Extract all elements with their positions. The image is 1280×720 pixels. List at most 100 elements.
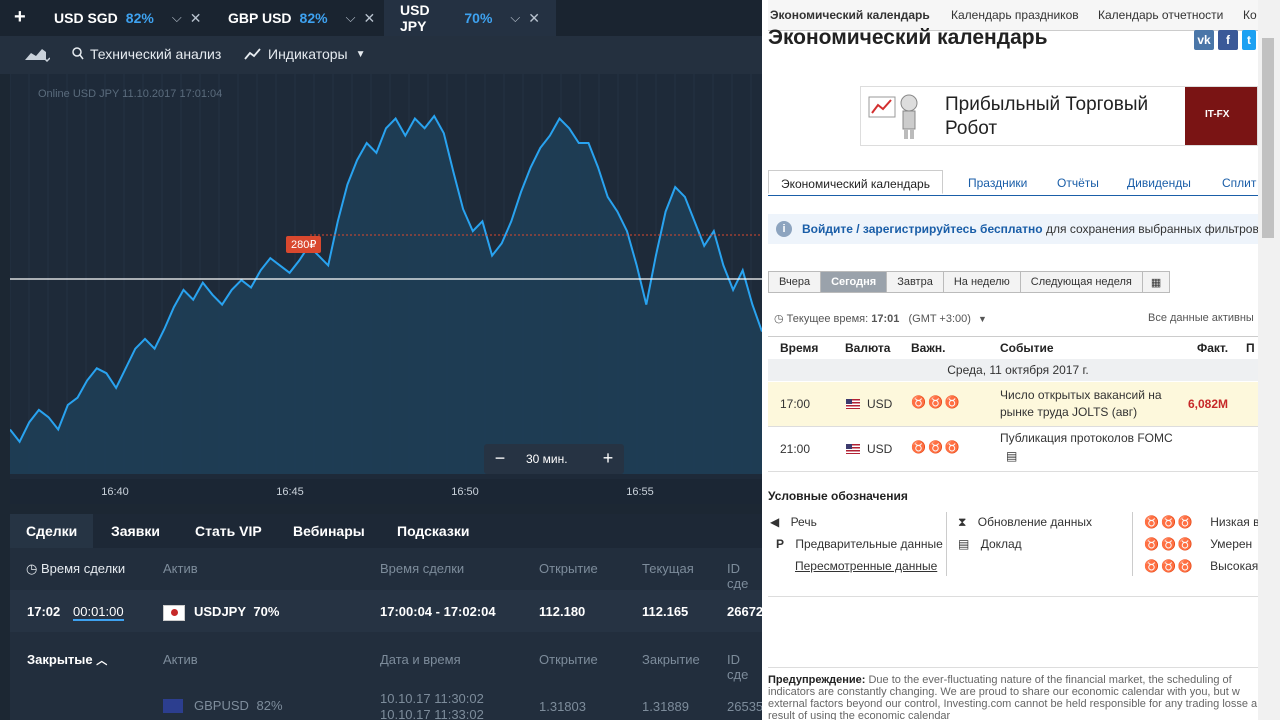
scroll-thumb[interactable]	[1262, 38, 1274, 238]
events-header: Время Валюта Важн. Событие Факт. П	[768, 336, 1268, 360]
legend-preliminary: P Предварительные данные	[776, 537, 943, 551]
closed-asset: GBPUSD 82%	[194, 698, 283, 713]
closed-toggle[interactable]: Закрытые ︿	[27, 652, 107, 668]
clock-icon: ◷	[26, 561, 38, 576]
subtab-econ[interactable]: Экономический календарь	[768, 170, 943, 194]
header-asset: Актив	[163, 652, 198, 667]
deal-id: 26672	[727, 604, 762, 619]
subtab-holidays[interactable]: Праздники	[968, 176, 1027, 190]
tab-usdjpy[interactable]: USD JPY 70% ⌵ ✕	[384, 0, 556, 36]
trading-app: + USD SGD 82% ⌵ ✕ GBP USD 82% ⌵ ✕ USD JP…	[0, 0, 762, 720]
us-flag-icon	[846, 444, 860, 454]
facebook-icon[interactable]: f	[1218, 30, 1238, 50]
tab-label: USD JPY	[400, 2, 430, 34]
indicators-label: Индикаторы	[268, 46, 348, 62]
chart-type-button[interactable]	[24, 46, 56, 62]
indicator-icon	[244, 48, 261, 60]
tab-tips[interactable]: Подсказки	[397, 514, 469, 548]
tech-analysis-label: Технический анализ	[90, 46, 222, 62]
chart-canvas	[10, 74, 762, 504]
btn-week[interactable]: На неделю	[942, 271, 1021, 293]
nav-econ-calendar[interactable]: Экономический календарь	[770, 8, 930, 22]
tab-usdsgd[interactable]: USD SGD 82% ⌵ ✕	[44, 0, 214, 36]
legend-report: ▤ Доклад	[958, 537, 1022, 551]
deal-current: 112.165	[642, 604, 689, 619]
tab-gbpusd[interactable]: GBP USD 82% ⌵ ✕	[218, 0, 388, 36]
current-time: ◷ Текущее время: 17:01 (GMT +3:00) ▼	[774, 313, 987, 325]
btn-yesterday[interactable]: Вчера	[768, 271, 822, 293]
chevron-down-icon[interactable]: ⌵	[510, 10, 520, 26]
subtab-splits[interactable]: Сплит	[1222, 176, 1256, 190]
header-deal-time: ◷ Время сделки	[26, 561, 126, 576]
subtab-dividends[interactable]: Дивиденды	[1127, 176, 1191, 190]
asset-tabbar: + USD SGD 82% ⌵ ✕ GBP USD 82% ⌵ ✕ USD JP…	[0, 0, 762, 36]
twitter-icon[interactable]: t	[1242, 30, 1256, 50]
btn-today[interactable]: Сегодня	[820, 271, 888, 293]
tab-payout: 70%	[464, 10, 493, 26]
trades-panel: Сделки Заявки Стать VIP Вебинары Подсказ…	[10, 514, 762, 720]
legend-medium: ♉♉♉ Умерен	[1144, 537, 1253, 551]
nav-earnings[interactable]: Календарь отчетности	[1098, 8, 1223, 22]
legend-low: ♉♉♉ Низкая в	[1144, 515, 1260, 529]
btn-next-week[interactable]: Следующая неделя	[1019, 271, 1143, 293]
deal-range: 17:00:04 - 17:02:04	[380, 604, 496, 619]
add-tab-button[interactable]: +	[14, 6, 26, 29]
calendar-subtabs: Экономический календарь Праздники Отчёты…	[768, 170, 1268, 196]
zoom-out-button[interactable]: −	[490, 448, 510, 469]
bull-icons: ♉♉♉	[911, 440, 962, 454]
section-divider	[768, 596, 1258, 597]
closed-open: 1.31803	[539, 699, 586, 714]
close-icon[interactable]: ✕	[528, 10, 540, 27]
hourglass-icon: ⧗	[958, 515, 967, 529]
tab-deals[interactable]: Сделки	[10, 514, 94, 548]
legend-speech: ◀ Речь	[770, 515, 817, 529]
header-deal-range: Время сделки	[380, 561, 465, 576]
day-filter: Вчера Сегодня Завтра На неделю Следующая…	[768, 271, 1171, 293]
legend-update: ⧗ Обновление данных	[958, 515, 1092, 529]
nav-holidays[interactable]: Календарь праздников	[951, 8, 1079, 22]
caret-down-icon[interactable]: ▼	[978, 314, 987, 324]
document-icon: ▤	[958, 537, 970, 551]
chevron-down-icon[interactable]: ⌵	[346, 10, 356, 26]
tab-webinars[interactable]: Вебинары	[293, 514, 365, 548]
x-tick: 16:45	[276, 486, 304, 498]
header-close: Закрытие	[642, 652, 700, 667]
zoom-in-button[interactable]: +	[598, 448, 618, 469]
ad-banner[interactable]: Прибыльный Торговый Робот IT-FX	[860, 86, 1258, 146]
x-tick: 16:40	[101, 486, 129, 498]
x-tick: 16:55	[626, 486, 654, 498]
disclaimer: Предупреждение: Due to the ever-fluctuat…	[768, 667, 1258, 720]
indicators-button[interactable]: Индикаторы ▼	[244, 46, 366, 62]
close-icon[interactable]: ✕	[190, 10, 202, 27]
document-icon[interactable]: ▤	[1006, 449, 1017, 463]
calendar-icon[interactable]: ▦	[1141, 271, 1171, 293]
vk-icon[interactable]: vk	[1194, 30, 1214, 50]
event-row[interactable]: 17:00 USD ♉♉♉ Число открытых вакансий на…	[768, 382, 1268, 427]
chart-toolbar: Технический анализ Индикаторы ▼	[0, 36, 762, 74]
event-row[interactable]: 21:00 USD ♉♉♉ Публикация протоколов FOMC…	[768, 427, 1268, 472]
bull-icons: ♉♉♉	[911, 395, 962, 409]
all-data-active[interactable]: Все данные активны	[1148, 312, 1254, 324]
tab-vip[interactable]: Стать VIP	[195, 514, 262, 548]
legend-revised[interactable]: Пересмотренные данные	[795, 559, 937, 573]
caret-down-icon: ▼	[355, 48, 366, 60]
timezone-select[interactable]: (GMT +3:00)	[908, 313, 970, 325]
chevron-down-icon[interactable]: ⌵	[172, 10, 182, 26]
subtab-reports[interactable]: Отчёты	[1057, 176, 1099, 190]
price-chart[interactable]: Online USD JPY 11.10.2017 17:01:04 280₽ …	[10, 74, 762, 504]
header-open: Открытие	[539, 561, 598, 576]
nav-more[interactable]: Ко	[1243, 8, 1257, 22]
flag-icon	[163, 699, 183, 713]
tab-orders[interactable]: Заявки	[111, 514, 160, 548]
deal-expiry: 17:02	[27, 604, 61, 619]
trade-amount-tag: 280₽	[286, 236, 322, 253]
trades-tabs: Сделки Заявки Стать VIP Вебинары Подсказ…	[10, 514, 762, 548]
investing-panel: Экономический календарь Календарь праздн…	[762, 0, 1280, 720]
btn-tomorrow[interactable]: Завтра	[886, 271, 944, 293]
login-link[interactable]: Войдите / зарегистрируйтесь бесплатно	[802, 222, 1043, 236]
tab-label: GBP USD	[228, 10, 292, 26]
close-icon[interactable]: ✕	[363, 10, 375, 27]
header-id: ID сде	[727, 561, 749, 591]
tech-analysis-button[interactable]: Технический анализ	[72, 46, 221, 62]
scrollbar[interactable]	[1258, 0, 1280, 720]
